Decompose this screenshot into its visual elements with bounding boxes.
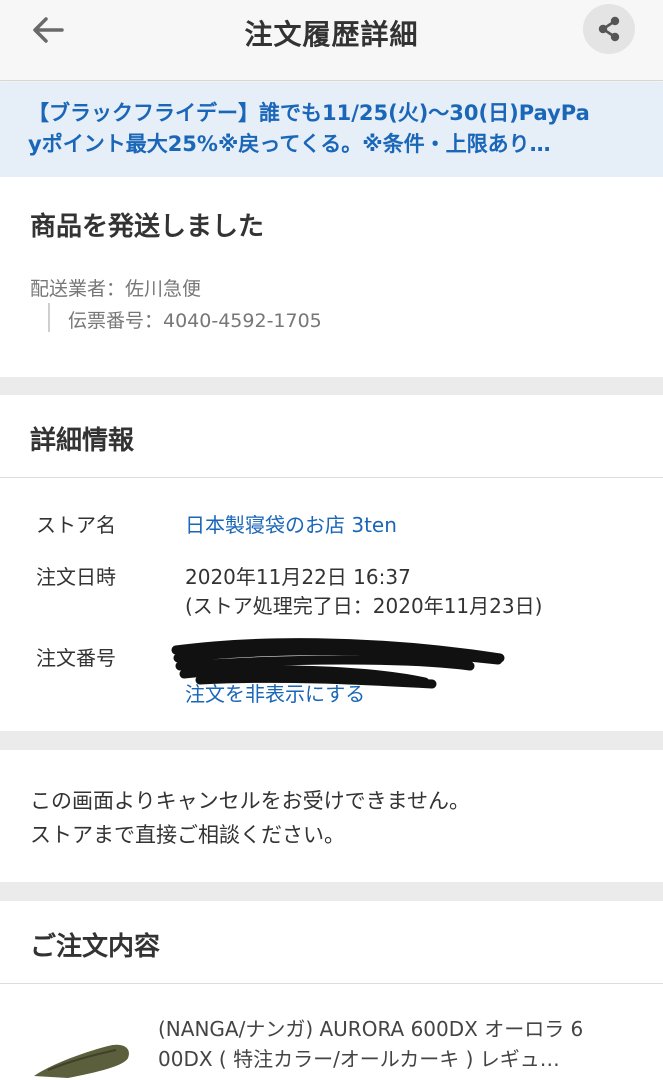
product-name-line-1: (NANGA/ナンガ) AURORA 600DX オーロラ 6 [158, 1017, 584, 1041]
order-date-label: 注文日時 [36, 565, 116, 589]
store-processed-date: (ストア処理完了日：2020年11月23日) [185, 594, 543, 618]
page-title: 注文履歴詳細 [244, 18, 419, 51]
order-date-value: 2020年11月22日 16:37 [185, 565, 411, 589]
section-gap [0, 731, 663, 750]
share-button[interactable] [583, 4, 635, 54]
tracking-number: 伝票番号：4040-4592-1705 [68, 310, 322, 332]
cancel-notice: この画面よりキャンセルをお受けできません。 ストアまで直接ご相談ください。 [30, 784, 470, 852]
details-heading: 詳細情報 [30, 426, 135, 456]
notice-line-1: この画面よりキャンセルをお受けできません。 [30, 789, 470, 813]
promo-line-2: yポイント最大25%※戻ってくる。※条件・上限あり… [28, 132, 551, 156]
divider [0, 983, 663, 984]
order-heading: ご注文内容 [30, 932, 161, 962]
product-thumbnail[interactable] [28, 1036, 138, 1080]
promo-banner[interactable]: 【ブラックフライデー】誰でも11/25(火)～30(日)PayPa yポイント最… [0, 82, 663, 177]
section-gap [0, 377, 663, 395]
notice-line-2: ストアまで直接ご相談ください。 [30, 823, 345, 847]
store-link[interactable]: 日本製寝袋のお店 3ten [185, 509, 397, 538]
tracking-divider [48, 303, 50, 332]
share-icon [598, 16, 620, 42]
section-gap [0, 882, 663, 901]
product-name-line-2: 00DX ( 特注カラー/オールカーキ ) レギュ… [158, 1047, 560, 1071]
carrier-text: 配送業者：佐川急便 [30, 278, 202, 300]
order-number-label: 注文番号 [36, 646, 116, 670]
app-header: 注文履歴詳細 [0, 0, 663, 81]
product-name[interactable]: (NANGA/ナンガ) AURORA 600DX オーロラ 6 00DX ( 特… [158, 1014, 638, 1074]
promo-text: 【ブラックフライデー】誰でも11/25(火)～30(日)PayPa yポイント最… [28, 98, 628, 160]
shipping-status: 商品を発送しました [30, 212, 265, 242]
redaction-scribble [171, 638, 505, 689]
store-label: ストア名 [36, 513, 116, 537]
promo-line-1: 【ブラックフライデー】誰でも11/25(火)～30(日)PayPa [28, 101, 590, 125]
divider [0, 477, 663, 478]
